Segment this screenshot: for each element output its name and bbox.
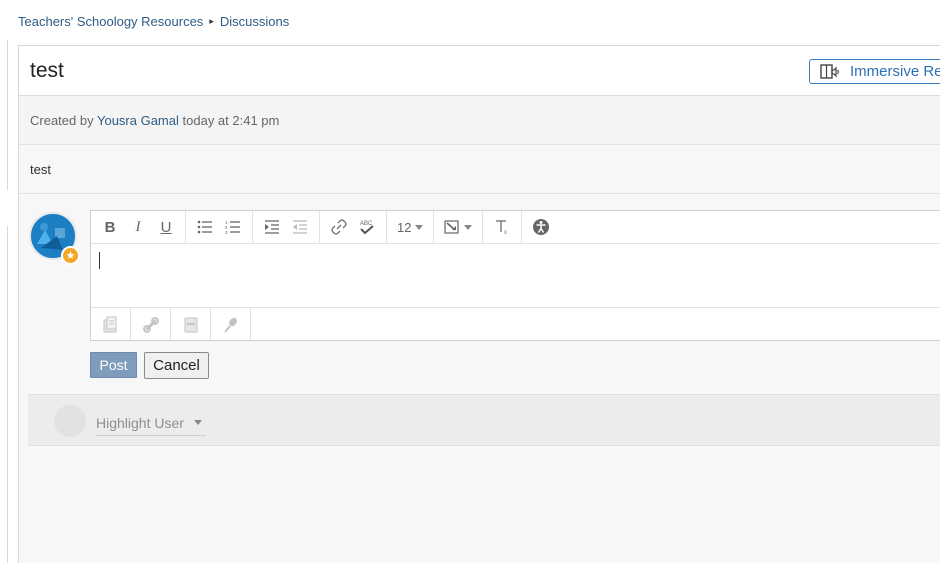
sidebar-edge	[0, 226, 8, 563]
insert-dropdown[interactable]	[440, 220, 476, 234]
breadcrumb-course-link[interactable]: Teachers' Schoology Resources	[18, 14, 203, 29]
format-group: B I U	[91, 210, 186, 244]
highlight-user-label: Highlight User	[96, 414, 184, 431]
highlight-user-dropdown[interactable]: Highlight User	[96, 410, 206, 436]
breadcrumb-separator: ▸	[209, 16, 214, 26]
underline-icon[interactable]: U	[153, 214, 179, 240]
breadcrumb-section-link[interactable]: Discussions	[220, 14, 289, 29]
sidebar-edge	[0, 40, 8, 190]
meta-row: Created by Yousra Gamal today at 2:41 pm	[19, 96, 940, 145]
numbered-list-icon[interactable]: 123	[220, 214, 246, 240]
star-badge-icon: ★	[61, 246, 80, 265]
link-attach-icon[interactable]	[131, 308, 171, 341]
post-button[interactable]: Post	[90, 352, 137, 378]
immersive-reader-button[interactable]: Immersive Re	[809, 59, 940, 84]
resource-icon[interactable]	[171, 308, 211, 341]
discussion-title: test	[30, 59, 64, 82]
clear-format-icon[interactable]: x	[489, 214, 515, 240]
author-link[interactable]: Yousra Gamal	[97, 113, 179, 128]
text-cursor	[99, 252, 100, 269]
breadcrumb: Teachers' Schoology Resources ▸ Discussi…	[18, 14, 289, 29]
highlight-user-bar: Highlight User	[28, 394, 940, 446]
chevron-down-icon	[464, 224, 473, 230]
body-row: test	[19, 145, 940, 194]
accessibility-icon[interactable]	[528, 214, 554, 240]
microphone-icon[interactable]	[211, 308, 251, 341]
font-size-value: 12	[397, 219, 412, 235]
font-size-group: 12	[387, 210, 435, 244]
accessibility-group	[522, 211, 560, 244]
chevron-down-icon	[415, 224, 424, 230]
reply-editor: B I U 123 ABC 12 x	[90, 210, 940, 341]
outdent-icon[interactable]	[287, 214, 313, 240]
link-icon[interactable]	[326, 214, 352, 240]
italic-icon[interactable]: I	[125, 214, 151, 240]
discussion-card: test Immersive Re Created by Yousra Gama…	[18, 45, 940, 563]
indent-group	[253, 210, 320, 244]
clear-group: x	[483, 210, 523, 244]
chevron-down-icon	[193, 420, 202, 425]
insert-group	[434, 210, 484, 244]
indent-icon[interactable]	[259, 214, 285, 240]
list-group: 123	[186, 210, 253, 244]
title-row: test Immersive Re	[19, 46, 940, 96]
cancel-button[interactable]: Cancel	[144, 352, 209, 379]
font-size-select[interactable]: 12	[393, 220, 427, 235]
insert-icon	[444, 220, 460, 234]
file-icon[interactable]	[91, 308, 131, 341]
reply-text-area[interactable]	[91, 244, 940, 308]
editor-toolbar: B I U 123 ABC 12 x	[91, 210, 940, 244]
svg-text:x: x	[504, 230, 507, 235]
created-by-meta: Created by Yousra Gamal today at 2:41 pm	[30, 113, 279, 128]
meta-prefix: Created by	[30, 113, 94, 128]
bullet-list-icon[interactable]	[192, 214, 218, 240]
avatar	[54, 405, 86, 437]
spellcheck-icon[interactable]: ABC	[354, 214, 380, 240]
attachment-bar	[91, 308, 251, 341]
immersive-reader-label: Immersive Re	[850, 63, 940, 80]
link-group: ABC	[320, 210, 387, 244]
svg-text:3: 3	[225, 230, 228, 234]
page: Teachers' Schoology Resources ▸ Discussi…	[0, 0, 940, 563]
discussion-body: test	[30, 162, 51, 177]
bold-icon[interactable]: B	[97, 214, 123, 240]
immersive-reader-icon	[820, 63, 840, 80]
svg-text:ABC: ABC	[360, 221, 373, 227]
meta-time: today at 2:41 pm	[182, 113, 280, 128]
